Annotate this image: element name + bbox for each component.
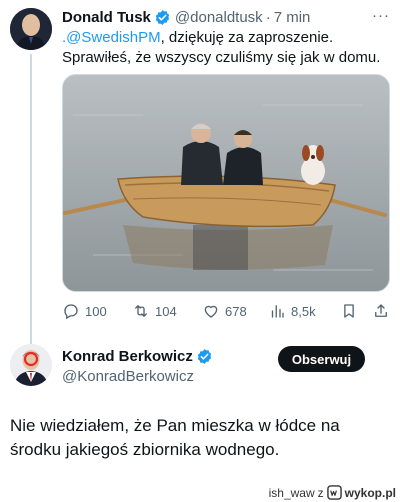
tweet-photo[interactable] xyxy=(62,74,390,292)
tweet-text-line1: , dziękuję za zaproszenie. xyxy=(160,29,334,46)
tweet-header: Donald Tusk @donaldtusk · 7 min ··· xyxy=(62,7,390,27)
bookmark-button[interactable] xyxy=(340,302,358,320)
verified-badge-icon xyxy=(155,9,170,25)
separator-dot: · xyxy=(265,8,271,26)
author-name[interactable]: Donald Tusk xyxy=(62,9,151,26)
watermark-preposition: z xyxy=(317,485,324,500)
tweet-text: .@SwedishPM, dziękuję za zaproszenie. Sp… xyxy=(62,28,390,68)
reply-count: 100 xyxy=(85,303,107,319)
author-handle[interactable]: @KonradBerkowicz xyxy=(62,368,194,385)
more-options-icon[interactable]: ··· xyxy=(372,7,390,24)
boat-photo-illustration xyxy=(63,75,389,291)
share-button[interactable] xyxy=(372,302,390,320)
timestamp[interactable]: 7 min xyxy=(274,9,311,26)
tweet-text-line2: środku jakiegoś zbiornika wodnego. xyxy=(10,440,280,459)
bookmark-icon xyxy=(344,304,354,318)
wykop-watermark: ish_waw z wykop.pl xyxy=(269,485,396,500)
tweet-text-line2: Sprawiłeś, że wszyscy czuliśmy się jak w… xyxy=(62,49,381,66)
author-name-row: Konrad Berkowicz xyxy=(62,348,217,365)
mention-link[interactable]: .@SwedishPM xyxy=(62,29,161,46)
tweet-text-line1: Nie wiedziałem, że Pan mieszka w łódce n… xyxy=(10,416,340,435)
heart-icon xyxy=(204,305,218,318)
author-handle[interactable]: @donaldtusk xyxy=(175,9,263,26)
like-button[interactable]: 678 xyxy=(202,302,247,320)
retweet-count: 104 xyxy=(155,303,177,319)
watermark-username: ish_waw xyxy=(268,485,315,500)
views-button[interactable]: 8,5k xyxy=(268,302,316,320)
retweet-icon xyxy=(135,305,147,317)
views-count: 8,5k xyxy=(291,303,316,319)
avatar-berkowicz[interactable] xyxy=(10,344,52,386)
views-chart-icon xyxy=(271,305,284,318)
tweet-actions: 100 104 678 8,5k xyxy=(62,300,392,322)
tweet-text: Nie wiedziałem, że Pan mieszka w łódce n… xyxy=(10,414,395,462)
tweet-tusk: Donald Tusk @donaldtusk · 7 min ··· .@Sw… xyxy=(0,0,400,344)
wykop-logo-icon xyxy=(326,485,342,500)
thread-connector-line xyxy=(30,54,32,344)
verified-badge-icon xyxy=(197,349,212,364)
author-name[interactable]: Konrad Berkowicz xyxy=(62,348,193,365)
avatar-tusk[interactable] xyxy=(10,8,52,50)
retweet-button[interactable]: 104 xyxy=(132,302,177,320)
reply-icon xyxy=(64,304,78,320)
reply-button[interactable]: 100 xyxy=(62,302,107,320)
share-icon xyxy=(375,304,387,317)
like-count: 678 xyxy=(225,303,247,319)
watermark-site: wykop.pl xyxy=(344,485,396,500)
follow-button[interactable]: Obserwuj xyxy=(278,346,365,372)
